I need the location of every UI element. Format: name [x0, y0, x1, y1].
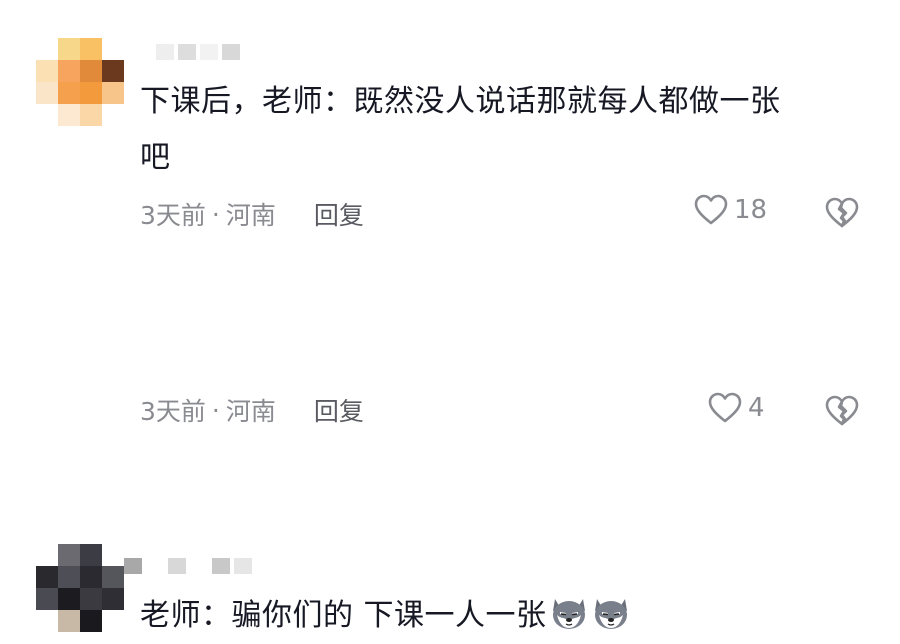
comment-meta: 3天前 · 河南 回复 [140, 196, 364, 232]
comment-text: 下课后，老师：既然没人说话那就每人都做一张 吧 [140, 74, 870, 186]
broken-heart-icon [825, 395, 859, 426]
meta-separator: · [211, 395, 220, 425]
like-count: 18 [734, 195, 768, 225]
reply-button[interactable]: 回复 [314, 392, 364, 428]
comment-location: 河南 [225, 397, 276, 426]
reply-button[interactable]: 回复 [314, 196, 364, 232]
like-count: 4 [748, 393, 765, 423]
avatar[interactable] [36, 38, 124, 126]
comment-text-line: 下课后，老师：既然没人说话那就每人都做一张 [140, 84, 781, 119]
comment-text-line: 老师：骗你们的 下课一人一张 [140, 598, 547, 633]
comment-text: 老师：骗你们的 下课一人一张 [140, 588, 870, 644]
like-button[interactable]: 18 [694, 194, 767, 226]
comment-meta: 3天前 · 河南 回复 [140, 392, 364, 428]
comment-item: 老师：骗你们的 下课一人一张 3天前 · 河南 回复 4 [0, 262, 900, 633]
username-blurred[interactable] [156, 44, 240, 60]
comment-item: 下课后，老师：既然没人说话那就每人都做一张 吧 3天前 · 河南 回复 18 [0, 0, 900, 260]
comment-location: 河南 [225, 201, 276, 230]
dislike-button[interactable] [824, 196, 860, 234]
husky-emoji [552, 599, 585, 629]
heart-icon [708, 392, 742, 423]
comment-time: 3天前 [140, 201, 206, 230]
heart-icon [694, 194, 728, 225]
dislike-button[interactable] [824, 394, 860, 432]
meta-separator: · [211, 199, 220, 229]
comment-time: 3天前 [140, 397, 206, 426]
avatar[interactable] [36, 544, 124, 632]
broken-heart-icon [825, 197, 859, 228]
husky-emoji [594, 599, 627, 629]
like-button[interactable]: 4 [708, 392, 765, 424]
username-blurred[interactable] [124, 558, 252, 574]
comment-text-line: 吧 [140, 140, 171, 175]
